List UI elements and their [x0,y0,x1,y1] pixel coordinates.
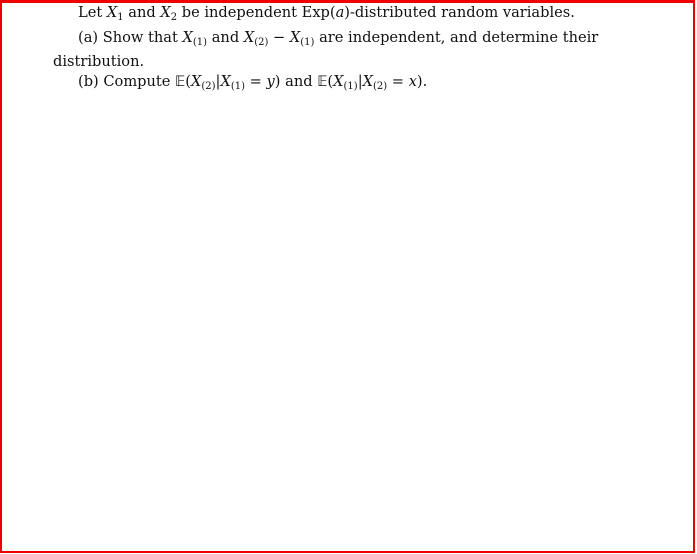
math-var: X(1) [289,28,315,48]
text: are independent, and determine their [314,28,599,46]
part-b-line: (b) Compute 𝔼(X(2)|X(1) = y) and 𝔼(X(1)|… [78,72,428,92]
problem-statement-line: Let X1 and X2 be independent Exp(a)-dist… [53,3,613,28]
math-var: X(2) [362,72,388,92]
math-var: X(1) [333,72,358,92]
part-a-line: (a) Show that X(1) and X(2) − X(1) are i… [53,28,613,53]
text: and [123,4,161,21]
text: ). [416,72,428,90]
math-var: X2 [160,4,178,23]
math-var: X(2) [243,28,269,48]
text: (a) Show that [78,28,183,46]
math-var: X(1) [182,28,208,48]
expectation-symbol: 𝔼 [317,73,328,90]
text: (b) Compute [78,72,176,90]
math-var: x [408,72,417,90]
expectation-symbol: 𝔼 [175,73,186,90]
math-operator: − [268,28,290,46]
problem-text: Let X1 and X2 be independent Exp(a)-dist… [53,3,613,96]
math-param: a [335,4,345,21]
text: ) and [274,72,318,90]
math-var: X1 [106,4,124,23]
part-a-continuation: distribution. [53,53,145,70]
text: and [207,28,244,46]
text: )-distributed random variables. [344,4,575,21]
text: Let [78,4,107,21]
math-var: X(2) [190,72,216,92]
text: be independent Exp( [177,4,336,21]
math-var: X(1) [220,72,246,92]
math-var: y [266,72,275,90]
